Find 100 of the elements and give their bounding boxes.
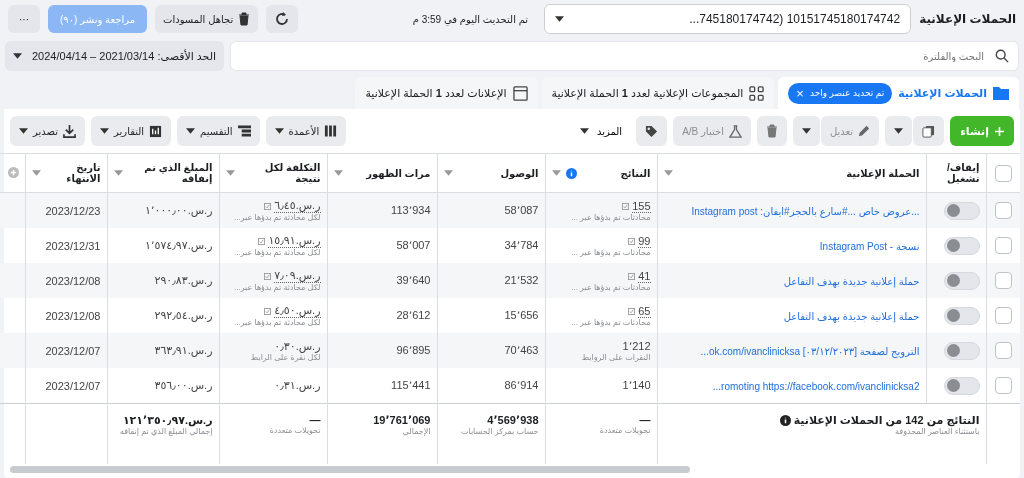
attribution-icon [258, 237, 266, 245]
table-cell: 96٬895 [396, 344, 431, 357]
column-header[interactable]: النتائج [545, 153, 657, 193]
table-cell: ر.س.٣٥٦٫٠٠ [154, 379, 213, 392]
selection-chip[interactable]: تم تحديد عنصر واحد × [788, 82, 893, 104]
columns-button[interactable]: الأعمدة [265, 116, 347, 146]
table-cell: 2023/12/08 [45, 274, 101, 287]
export-button[interactable]: تصدير [10, 116, 85, 146]
delete-button[interactable] [756, 116, 787, 146]
level-tab[interactable]: الحملات الإعلانية تم تحديد عنصر واحد × [778, 77, 1019, 109]
column-header[interactable]: تاريخ الانتهاء [25, 153, 107, 193]
more-dropdown[interactable]: المزيد [572, 125, 631, 137]
scrollbar-thumb[interactable] [10, 466, 690, 473]
update-time: تم التحديث اليوم في 3:59 م [411, 13, 529, 25]
caret-icon [186, 128, 196, 134]
columns-icon [324, 125, 338, 137]
add-column-icon[interactable] [7, 166, 19, 178]
table-cell: 99 [638, 234, 651, 248]
total-value: ر.س.١٢١٬٣٥٠٫٩٧ [121, 414, 213, 427]
toggle-switch[interactable] [943, 306, 980, 325]
caret-icon [13, 53, 22, 59]
column-header[interactable]: الحملة الإعلانية [657, 153, 926, 193]
table-cell: 58٬007 [396, 239, 431, 252]
table-cell: 70٬463 [504, 344, 539, 357]
campaign-link[interactable]: حملة إعلانية جديدة بهدف التفاعل [783, 275, 920, 287]
table-cell: 34٬784 [504, 239, 539, 252]
page-title: الحملات الإعلانية [919, 12, 1016, 26]
campaign-link[interactable]: ...romoting https://facebook.com/ivanclinicksa2 [712, 380, 920, 392]
table-cell: ر.س.٧٫٠٩ [274, 269, 321, 283]
chart-icon [149, 124, 163, 138]
campaign-link[interactable]: حملة إعلانية جديدة بهدف التفاعل [783, 310, 920, 322]
table-cell: 2023/12/07 [45, 379, 101, 392]
attribution-icon [264, 272, 272, 280]
table-cell: 155 [632, 199, 651, 213]
attribution-icon [628, 272, 636, 280]
row-checkbox[interactable] [994, 237, 1012, 254]
cell-note: لكل محادثة تم بدؤها عبر... [232, 318, 321, 327]
duplicate-button[interactable] [913, 116, 945, 146]
info-icon [779, 415, 791, 426]
row-checkbox[interactable] [994, 307, 1012, 324]
table-cell: 115٬441 [391, 379, 431, 392]
table-cell: ر.س.٢٩٠٫٨٣ [154, 274, 213, 287]
column-header[interactable]: إيقاف/ تشغيل [926, 153, 986, 193]
dropdown-button[interactable] [792, 116, 820, 146]
cell-note: لكل نقرة على الرابط [249, 352, 321, 362]
toggle-switch[interactable] [943, 236, 980, 255]
cell-note: محادثات تم بدؤها عبر ... [570, 212, 651, 222]
toggle-switch[interactable] [943, 341, 980, 360]
total-value: — [308, 414, 321, 426]
campaign-link[interactable]: نسخة - Instagram Post [819, 240, 920, 252]
discard-drafts-button[interactable]: تجاهل المسودات [155, 5, 259, 33]
caret-icon [225, 170, 235, 176]
column-header[interactable]: التكلفة لكل نتيجة [219, 153, 327, 193]
cell-note: النقرات على الروابط [580, 352, 651, 362]
search-field[interactable]: البحث والفلترة [230, 41, 1019, 71]
table-cell: 39٬640 [396, 274, 431, 287]
toggle-switch[interactable] [943, 271, 980, 290]
toggle-switch[interactable] [943, 376, 980, 395]
cell-note: الإجمالي [401, 427, 431, 436]
total-value: — [638, 414, 651, 426]
select-all-checkbox[interactable] [994, 164, 1012, 182]
reports-button[interactable]: التقارير [91, 116, 172, 146]
more-button[interactable]: ··· [8, 5, 40, 33]
column-header[interactable]: مرات الظهور [327, 153, 437, 193]
column-header[interactable]: الوصول [437, 153, 545, 193]
tag-button[interactable] [636, 116, 668, 146]
refresh-button[interactable] [266, 5, 299, 33]
cell-note: تحويلات متعددة [268, 426, 321, 435]
column-header[interactable]: المبلغ الذي تم إنفاقه [107, 153, 219, 193]
flask-icon [728, 124, 742, 138]
attribution-icon [264, 307, 272, 315]
pencil-icon [858, 125, 871, 137]
row-checkbox[interactable] [994, 342, 1012, 359]
table-cell: ر.س.١٥٫٩١ [268, 234, 321, 248]
caret-icon [274, 128, 284, 134]
table-cell: ر.س.٠٫٣٠ [274, 339, 321, 353]
account-dropdown[interactable]: 10151745180174742 (745180174742... [544, 4, 912, 34]
caret-icon [894, 128, 904, 134]
totals-label: النتائج من 142 من الحملات الإعلانية [793, 414, 980, 427]
cell-note: محادثات تم بدؤها عبر ... [570, 317, 651, 327]
cell-note: محادثات تم بدؤها عبر ... [570, 282, 651, 292]
breakdown-button[interactable]: التقسيم [177, 116, 260, 146]
cell-note: إجمالي المبلغ الذي تم إنفاقه [118, 427, 213, 436]
trash-icon [238, 12, 251, 26]
row-checkbox[interactable] [994, 202, 1012, 219]
row-checkbox[interactable] [994, 377, 1012, 394]
close-icon[interactable]: × [796, 85, 804, 101]
cell-note: حساب بمركز الحسابات [459, 427, 539, 436]
attribution-icon [628, 307, 636, 315]
table-cell: 15٬656 [504, 309, 539, 322]
dropdown-button[interactable] [885, 116, 913, 146]
row-checkbox[interactable] [994, 272, 1012, 289]
info-icon [565, 167, 577, 179]
toggle-switch[interactable] [943, 201, 980, 220]
date-range-button[interactable]: الحد الأقصى: 2021/03/14 – 2024/04/14 [5, 41, 225, 71]
cell-note: محادثات تم بدؤها عبر ... [570, 247, 651, 257]
caret-icon [663, 170, 673, 176]
table-cell: 2023/12/08 [45, 309, 101, 322]
cell-note: باستثناء العناصر المحذوفة [895, 427, 980, 436]
table-cell: ر.س.١٬٥٧٤٫٩٧ [145, 239, 213, 252]
